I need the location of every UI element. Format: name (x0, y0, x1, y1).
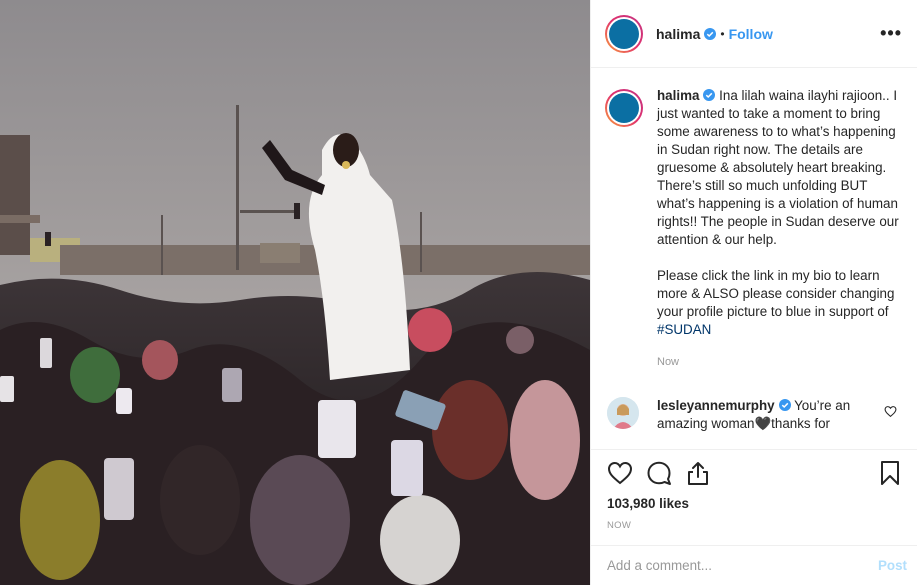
caption-text: Ina lilah waina ilayhi rajioon.. I just … (657, 88, 899, 247)
caption-username[interactable]: halima (657, 88, 699, 103)
username-link[interactable]: halima (656, 26, 700, 42)
avatar[interactable] (605, 14, 643, 53)
caption-body: halima Ina lilah waina ilayhi rajioon.. … (657, 87, 901, 371)
bookmark-icon[interactable] (877, 460, 903, 486)
follow-button[interactable]: Follow (729, 26, 773, 42)
caption-text-2: Please click the link in my bio to learn… (657, 268, 895, 319)
small-heart-icon[interactable] (884, 405, 897, 418)
comment-item: lesleyannemurphy You’re an amazing woman… (591, 371, 917, 433)
share-icon[interactable] (685, 460, 711, 486)
comment-input[interactable] (607, 558, 878, 573)
post-button[interactable]: Post (878, 558, 907, 573)
comment-body: lesleyannemurphy You’re an amazing woman… (657, 397, 887, 433)
avatar[interactable] (605, 89, 643, 127)
avatar-image (609, 93, 639, 123)
post-header: halima • Follow ••• (591, 0, 917, 68)
hashtag-link[interactable]: #SUDAN (657, 322, 711, 337)
comment-username[interactable]: lesleyannemurphy (657, 398, 775, 413)
more-options-icon[interactable]: ••• (880, 23, 902, 44)
heart-icon[interactable] (607, 460, 633, 486)
verified-badge-icon (703, 89, 716, 101)
post-actions: 103,980 likes NOW (591, 449, 917, 545)
commenter-avatar[interactable] (607, 397, 639, 429)
post-sidebar: halima • Follow ••• halima Ina lilah wai… (590, 0, 917, 585)
likes-count[interactable]: 103,980 likes (591, 496, 917, 511)
separator-dot: • (720, 26, 725, 41)
avatar-image (609, 18, 639, 49)
caption: halima Ina lilah waina ilayhi rajioon.. … (591, 69, 917, 371)
caption-time: Now (657, 356, 680, 368)
comments-list[interactable]: halima Ina lilah waina ilayhi rajioon.. … (591, 69, 917, 449)
add-comment-bar: Post (591, 545, 917, 585)
comment-bubble-icon[interactable] (646, 460, 672, 486)
photo-image (0, 0, 590, 585)
verified-badge-icon (778, 399, 791, 411)
action-icons (591, 450, 917, 496)
post-photo[interactable] (0, 0, 590, 585)
posted-time: NOW (607, 520, 632, 531)
verified-badge-icon (704, 27, 717, 40)
